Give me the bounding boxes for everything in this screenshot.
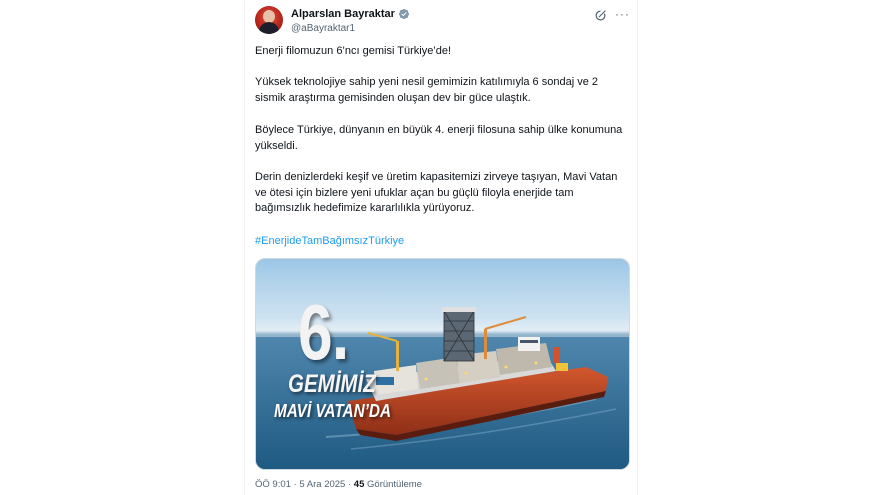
tweet-time[interactable]: ÖÖ 9:01	[255, 479, 291, 490]
tweet-media-image[interactable]: 6. GEMİMİZ MAVİ VATAN’DA	[255, 258, 630, 470]
author-name[interactable]: Alparslan Bayraktar	[291, 8, 395, 20]
tweet-header: Alparslan Bayraktar @aBayraktar1 ···	[255, 6, 631, 38]
tweet-paragraph: Derin denizlerdeki keşif ve üretim kapas…	[255, 171, 618, 214]
tweet-meta: ÖÖ 9:01 · 5 Ara 2025 · 45 Görüntüleme	[255, 479, 422, 490]
author-avatar[interactable]	[255, 6, 283, 34]
views-count: 45	[353, 479, 365, 490]
views-label: Görüntüleme	[367, 479, 422, 490]
tweet-paragraph: Böylece Türkiye, dünyanın en büyük 4. en…	[255, 124, 623, 152]
more-icon[interactable]: ···	[615, 8, 629, 22]
media-number-text: 6.	[298, 288, 349, 376]
media-headline-line2: MAVİ VATAN’DA	[274, 401, 392, 421]
tweet-paragraph: Enerji filomuzun 6’ncı gemisi Türkiye’de…	[255, 45, 452, 57]
tweet-date[interactable]: 5 Ara 2025	[299, 479, 345, 490]
meta-separator: ·	[345, 479, 354, 490]
avatar-suit	[259, 22, 279, 34]
verified-badge-icon	[398, 8, 410, 20]
media-headline-line1: GEMİMİZ	[288, 370, 376, 398]
hashtag-link[interactable]: #EnerjideTamBağımsızTürkiye	[255, 234, 404, 250]
grok-icon[interactable]	[594, 9, 607, 22]
author-handle[interactable]: @aBayraktar1	[291, 23, 355, 34]
author-name-line: Alparslan Bayraktar	[291, 8, 410, 20]
tweet-card: Alparslan Bayraktar @aBayraktar1 ··· Ene…	[244, 0, 638, 495]
tweet-paragraph: Yüksek teknolojiye sahip yeni nesil gemi…	[255, 76, 598, 104]
